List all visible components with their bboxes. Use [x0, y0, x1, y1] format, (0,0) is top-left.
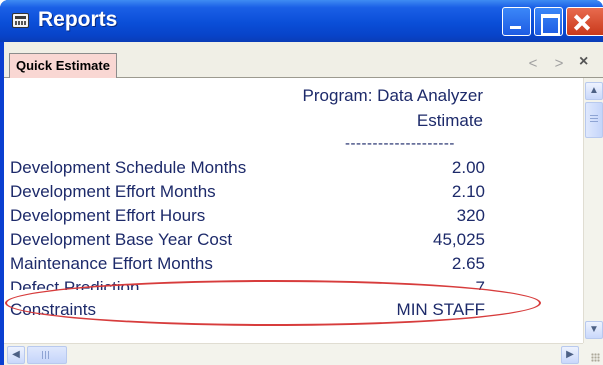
- row-label: Defect Prediction: [10, 278, 140, 290]
- row-label: Maintenance Effort Months: [10, 254, 213, 273]
- row-label: Development Effort Hours: [10, 206, 206, 225]
- row-value: 7: [475, 278, 485, 290]
- program-line: Program: Data Analyzer: [302, 86, 483, 105]
- separator-line: --------------------: [345, 135, 455, 152]
- resize-grip-icon[interactable]: [583, 343, 603, 365]
- row-value: MIN STAFF: [396, 300, 485, 319]
- scroll-down-icon[interactable]: ▼: [585, 321, 603, 339]
- tab-close-icon[interactable]: ×: [579, 53, 588, 71]
- close-button[interactable]: [566, 7, 603, 36]
- row-value: 2.10: [451, 182, 485, 201]
- row-label: Development Schedule Months: [10, 158, 247, 177]
- constraints-row: Constraints MIN STAFF: [10, 300, 485, 322]
- report-row: Development Effort Months 2.10: [10, 182, 485, 204]
- report-row: Development Effort Hours 320: [10, 206, 485, 228]
- tab-quick-estimate[interactable]: Quick Estimate: [9, 53, 117, 79]
- row-value: 45,025: [433, 230, 485, 249]
- tab-strip: Quick Estimate < > ×: [4, 42, 603, 79]
- row-label: Development Effort Months: [10, 182, 216, 201]
- title-bar[interactable]: Reports: [0, 0, 603, 42]
- scroll-right-icon[interactable]: ▶: [561, 346, 579, 364]
- row-label: Development Base Year Cost: [10, 230, 233, 249]
- report-row: Development Base Year Cost 45,025: [10, 230, 485, 252]
- maximize-button[interactable]: [534, 7, 563, 36]
- vertical-scroll-thumb[interactable]: [585, 102, 603, 138]
- estimate-column-header: Estimate: [416, 111, 483, 130]
- reports-window: Reports Quick Estimate < > × Program: Da…: [0, 0, 603, 365]
- report-content: Program: Data Analyzer Estimate --------…: [4, 78, 583, 343]
- minimize-button[interactable]: [502, 7, 531, 36]
- horizontal-scroll-thumb[interactable]: [27, 346, 67, 364]
- row-value: 320: [456, 206, 485, 225]
- window-title: Reports: [38, 8, 118, 31]
- report-row: Defect Prediction 7: [10, 278, 485, 290]
- horizontal-scrollbar[interactable]: ◀ ▶: [4, 343, 583, 365]
- report-window-icon[interactable]: [12, 13, 29, 28]
- vertical-scrollbar[interactable]: ▲ ▼: [583, 78, 603, 343]
- scroll-up-icon[interactable]: ▲: [585, 82, 603, 100]
- tab-next-icon[interactable]: >: [550, 55, 568, 73]
- scroll-left-icon[interactable]: ◀: [7, 346, 25, 364]
- report-row: Development Schedule Months 2.00: [10, 158, 485, 180]
- row-label: Constraints: [10, 300, 96, 319]
- row-value: 2.00: [451, 158, 485, 177]
- report-row: Maintenance Effort Months 2.65: [10, 254, 485, 276]
- row-value: 2.65: [451, 254, 485, 273]
- tab-prev-icon[interactable]: <: [524, 55, 542, 73]
